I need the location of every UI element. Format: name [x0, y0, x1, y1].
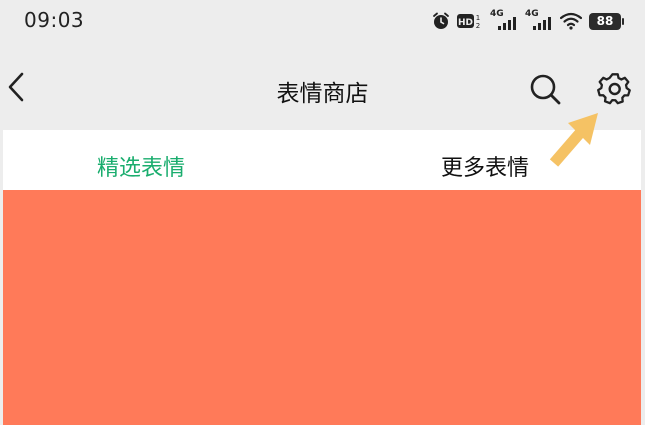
signal-label: 4G: [490, 9, 504, 19]
wifi-icon: [560, 12, 582, 30]
banner[interactable]: [3, 190, 641, 425]
svg-text:2: 2: [476, 22, 480, 30]
status-time: 09:03: [24, 8, 85, 32]
alarm-icon: [432, 12, 450, 30]
search-icon: [530, 74, 561, 105]
signal-icon: 4G: [525, 9, 553, 31]
status-bar: 09:03 HD 1 2 4G 4G 88: [0, 0, 645, 42]
gear-icon: [597, 73, 631, 105]
svg-text:HD: HD: [458, 18, 473, 28]
status-icons: HD 1 2 4G 4G 88: [432, 9, 624, 33]
annotation-arrow-icon: [549, 113, 598, 167]
search-button[interactable]: [527, 71, 563, 107]
signal-label: 4G: [525, 9, 539, 19]
tab-more-stickers[interactable]: 更多表情: [441, 150, 529, 182]
svg-text:1: 1: [476, 14, 480, 22]
phone-screen: 09:03 HD 1 2 4G 4G 88 表情商店 精选表情 更多表情: [0, 0, 645, 425]
settings-button[interactable]: [597, 71, 633, 107]
hd-icon: HD 1 2: [457, 12, 483, 30]
tab-featured-stickers[interactable]: 精选表情: [97, 150, 185, 182]
signal-icon: 4G: [490, 9, 518, 31]
battery-icon: 88: [589, 12, 624, 30]
